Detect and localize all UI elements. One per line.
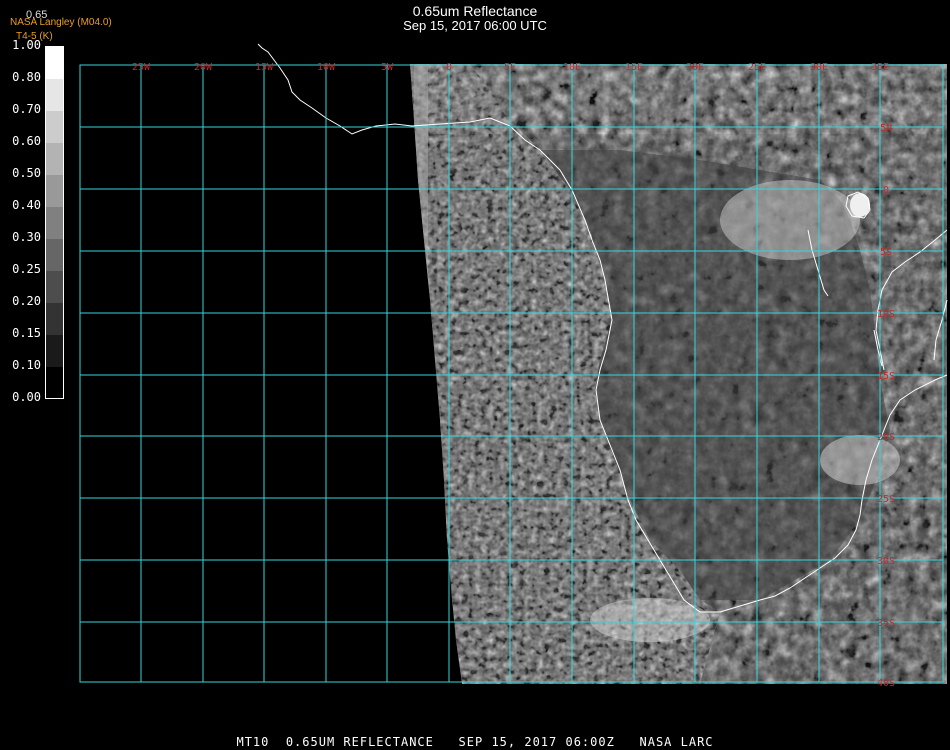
- longitude-label: 35E: [871, 62, 889, 73]
- longitude-label: 0: [446, 62, 452, 73]
- longitude-label: 15W: [255, 62, 274, 73]
- latitude-label: 5S: [880, 247, 892, 258]
- longitude-label: 5E: [504, 62, 516, 73]
- longitude-label: 25W: [132, 62, 151, 73]
- latitude-label: 15S: [877, 371, 895, 382]
- latitude-label: 40S: [877, 678, 895, 689]
- longitude-label: 5W: [381, 62, 394, 73]
- longitude-label: 30E: [810, 62, 828, 73]
- latitude-label: 30S: [877, 556, 895, 567]
- longitude-label: 25E: [748, 62, 766, 73]
- satellite-map: 25W 20W 15W 10W 5W 0 5E 10E 15E 20E 25E 30E 35E 5N 0 5S…: [79, 43, 948, 689]
- latitude-label: 5N: [880, 123, 892, 134]
- latitude-label: 0: [883, 185, 889, 196]
- longitude-label: 15E: [625, 62, 643, 73]
- latitude-label: 35S: [877, 618, 895, 629]
- footer-caption: MT10 0.65UM REFLECTANCE SEP 15, 2017 06:…: [236, 735, 714, 749]
- longitude-label: 20E: [686, 62, 704, 73]
- longitude-label: 10E: [563, 62, 581, 73]
- imagery-layer: [410, 64, 947, 684]
- longitude-label: 20W: [194, 62, 213, 73]
- latitude-label: 10S: [877, 309, 895, 320]
- latitude-label: 25S: [877, 494, 895, 505]
- latitude-label: 20S: [877, 432, 895, 443]
- longitude-label: 10W: [317, 62, 336, 73]
